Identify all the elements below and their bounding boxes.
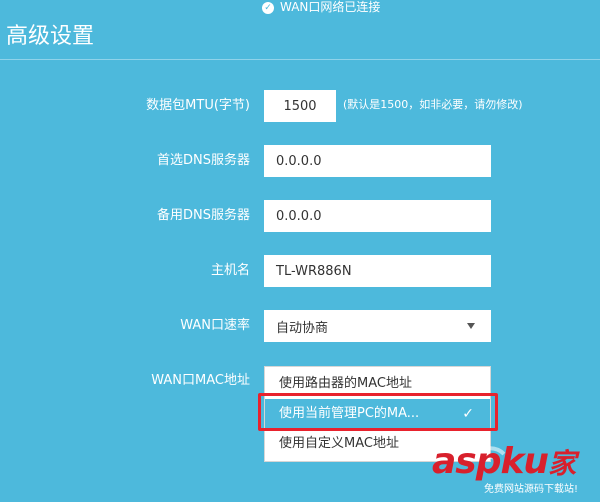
primary-dns-input[interactable]: 0.0.0.0 [264,145,491,177]
header-divider [0,59,600,60]
primary-dns-label: 首选DNS服务器 [157,153,250,168]
wan-speed-select[interactable]: 自动协商 [264,310,491,342]
wan-mac-option-label: 使用路由器的MAC地址 [279,376,412,391]
wan-mac-option-label: 使用自定义MAC地址 [279,436,399,451]
secondary-dns-input[interactable]: 0.0.0.0 [264,200,491,232]
mtu-input[interactable]: 1500 [264,90,336,122]
mtu-label: 数据包MTU(字节) [146,98,250,113]
mtu-hint: (默认是1500，如非必要，请勿修改) [343,98,523,111]
watermark-brand: aspku [432,441,549,482]
hostname-label: 主机名 [210,263,250,278]
triangle-down-icon [467,323,475,329]
check-circle-icon: ✓ [262,1,274,14]
hostname-input[interactable]: TL-WR886N [264,255,491,287]
watermark-brand-suffix: 家 [548,447,576,480]
secondary-dns-label: 备用DNS服务器 [157,208,250,223]
wan-mac-label: WAN口MAC地址 [151,373,250,388]
annotation-highlight-box [258,393,498,431]
wan-speed-label: WAN口速率 [180,318,250,333]
connection-status-text: WAN口网络已连接 [280,0,381,14]
watermark-slogan: 免费网站源码下载站! [484,484,579,495]
page-title: 高级设置 [6,24,95,49]
wan-speed-value: 自动协商 [276,320,329,336]
connection-status: ✓ WAN口网络已连接 [262,0,380,15]
watermark: aspku家 免费网站源码下载站! [432,441,578,496]
